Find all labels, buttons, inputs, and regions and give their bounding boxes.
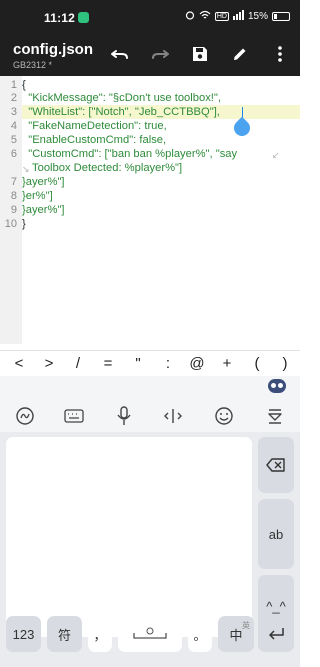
language-switch-key[interactable]: 中 英 — [218, 616, 254, 652]
code-line: }er%"] — [22, 190, 53, 202]
space-key[interactable] — [118, 616, 182, 652]
symbol-key[interactable]: > — [38, 355, 60, 372]
wrap-continue-icon: ↘ — [22, 164, 30, 174]
handwriting-keyboard: ab ^_^ 123 符 ， 。 中 英 — [0, 432, 300, 667]
line-number-gutter: 1 2 3 4 5 6 7 8 9 10 — [0, 76, 22, 344]
line-number: 5 — [10, 134, 17, 146]
symbol-key[interactable]: : — [157, 355, 179, 372]
code-line: }ayer%"] — [22, 204, 65, 216]
code-line: "KickMessage": "§cDon't use toolbox!", — [22, 92, 221, 104]
symbol-mode-key[interactable]: 符 — [47, 616, 82, 652]
code-line: "FakeNameDetection": true, — [22, 120, 167, 132]
hd-network-badge: HD — [214, 12, 229, 21]
symbol-key[interactable]: @ — [186, 355, 208, 372]
code-line: } — [22, 218, 26, 230]
code-line: "WhiteList": ["Notch", "Jeb_CCTBBQ"], — [22, 106, 220, 118]
code-editor[interactable]: 1 2 3 4 5 6 7 8 9 10 { "KickMessage": "§… — [0, 76, 300, 344]
code-line: "EnableCustomCmd": false, — [22, 134, 167, 146]
language-sub-label: 英 — [242, 621, 250, 630]
symbol-key[interactable]: < — [8, 355, 30, 372]
line-number: 1 — [10, 79, 17, 91]
language-label: 中 — [229, 627, 243, 643]
line-number: 2 — [10, 92, 17, 104]
numeric-key[interactable]: 123 — [6, 616, 41, 652]
keyboard-toolbar — [0, 398, 300, 432]
file-encoding[interactable]: GB2312 * — [13, 60, 52, 70]
wrap-arrow-icon: ↙ — [272, 150, 280, 160]
symbol-key[interactable]: " — [127, 355, 149, 372]
redo-icon[interactable] — [148, 42, 172, 66]
status-time: 11:12 — [44, 11, 76, 25]
line-number: 3 — [10, 106, 17, 118]
line-number: 9 — [10, 204, 17, 216]
save-icon[interactable] — [188, 42, 212, 66]
battery-percent: 15% — [247, 11, 268, 22]
emoji-icon[interactable] — [213, 405, 235, 427]
symbol-bar: < > / = " : @ + ( ) — [0, 350, 300, 376]
code-line: Toolbox Detected: %player%"] — [32, 162, 183, 174]
file-name-title: config.json — [13, 41, 93, 58]
editor-toolbar: config.json GB2312 * — [0, 34, 300, 76]
signal-icon — [232, 10, 244, 23]
symbol-key[interactable]: ) — [274, 355, 296, 372]
undo-icon[interactable] — [108, 42, 132, 66]
line-number: 7 — [10, 176, 17, 188]
symbol-key[interactable]: / — [67, 355, 89, 372]
keyboard-mascot-icon[interactable] — [268, 379, 286, 393]
line-number: 10 — [4, 218, 17, 230]
code-line: { — [22, 79, 26, 91]
battery-icon — [272, 12, 290, 21]
symbol-key[interactable]: ( — [246, 355, 268, 372]
symbol-key[interactable]: + — [216, 355, 238, 372]
handwriting-area[interactable] — [6, 437, 252, 637]
code-line: "CustomCmd": ["ban ban %player%", "say — [22, 148, 238, 160]
microphone-icon[interactable] — [113, 405, 135, 427]
code-line: }ayer%"] — [22, 176, 65, 188]
cursor-handle[interactable] — [230, 116, 254, 140]
line-number: 8 — [10, 190, 17, 202]
period-key[interactable]: 。 — [188, 616, 212, 652]
line-number: 4 — [10, 120, 17, 132]
symbol-key[interactable]: = — [97, 355, 119, 372]
keyboard-layout-icon[interactable] — [63, 405, 85, 427]
keyboard-top-strip — [0, 376, 300, 398]
more-menu-icon[interactable] — [268, 42, 292, 66]
app-notification-icon — [78, 12, 89, 23]
enter-key[interactable] — [258, 616, 294, 652]
ab-key[interactable]: ab — [258, 499, 294, 569]
line-number: 6 — [10, 148, 17, 160]
status-icons: HD 15% — [185, 10, 290, 23]
cursor-move-icon[interactable] — [162, 405, 184, 427]
hide-keyboard-icon[interactable] — [264, 405, 286, 427]
wifi-icon — [199, 10, 211, 23]
backspace-key[interactable] — [258, 437, 294, 493]
edit-pencil-icon[interactable] — [228, 42, 252, 66]
handwriting-mode-icon[interactable] — [14, 405, 36, 427]
comma-key[interactable]: ， — [88, 616, 112, 652]
status-bar: 11:12 HD 15% — [0, 0, 300, 34]
alarm-icon — [185, 10, 195, 23]
